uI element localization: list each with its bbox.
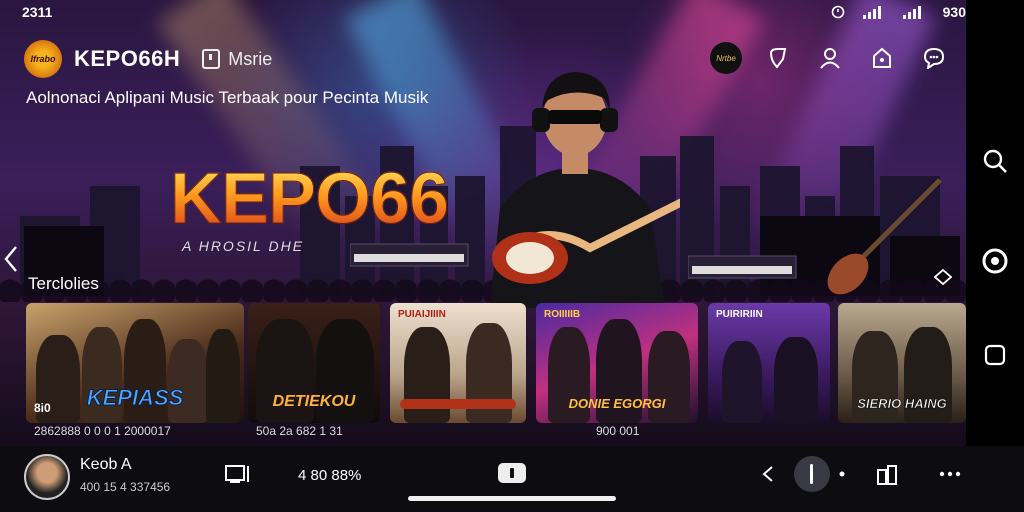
section-label: Msrie: [228, 48, 273, 69]
album-top-label: PUIRIRIIN: [716, 309, 763, 320]
home-indicator[interactable]: [408, 496, 616, 501]
chevron-left-icon[interactable]: [2, 244, 20, 274]
hero-brand-text: KEPO66: [169, 159, 449, 240]
more-options-icon[interactable]: [938, 470, 962, 478]
cast-icon[interactable]: [224, 463, 252, 485]
album-card[interactable]: KEPIASS 8i0: [26, 303, 244, 423]
now-playing-title: Keob A: [80, 456, 132, 473]
queue-icon[interactable]: [876, 464, 900, 486]
top-toolbar: Nrtbe: [710, 42, 950, 74]
album-carousel: KEPIASS 8i0 DETIEKOU PUIAIJIIIN ROIIIIIB…: [26, 303, 966, 423]
now-playing-subtitle: 400 15 4 337456: [80, 480, 171, 494]
logo-text: Ifrabo: [30, 54, 56, 64]
bag-icon[interactable]: [866, 42, 898, 74]
app-header: Ifrabo KEPO66H Msrie: [24, 40, 272, 78]
app-logo[interactable]: Ifrabo: [24, 40, 62, 78]
album-title: DONIE EGORGI: [568, 396, 666, 411]
music-section-button[interactable]: Msrie: [202, 49, 272, 70]
album-title: DETIEKOU: [272, 393, 356, 410]
record-icon[interactable]: [980, 246, 1010, 276]
now-playing-artwork[interactable]: [24, 454, 70, 500]
bookmark-icon[interactable]: [762, 42, 794, 74]
album-title: KEPIASS: [86, 385, 184, 411]
album-meta: 2862888 0 0 0 1 2000017: [34, 424, 171, 438]
alarm-icon: [831, 5, 844, 19]
app-title: KEPO66H: [74, 46, 181, 71]
album-card[interactable]: SIERIO HAING: [838, 303, 966, 423]
status-time: 2311: [22, 4, 53, 20]
keyboard-graphic: [350, 243, 469, 267]
row-title: Terclolies: [28, 274, 99, 293]
guitarist-figure: [490, 72, 680, 308]
album-badge-text: Nrtbe: [710, 42, 742, 74]
album-card[interactable]: PUIAIJIIIN: [390, 303, 526, 423]
album-card[interactable]: ROIIIIIB DONIE EGORGI: [536, 303, 698, 423]
hero-brand-subtitle: A HROSIL DHE: [182, 238, 305, 254]
album-card[interactable]: DETIEKOU: [248, 303, 380, 423]
battery-text: 930: [942, 4, 966, 20]
stop-icon[interactable]: [980, 340, 1010, 370]
album-top-label: ROIIIIIB: [544, 309, 581, 320]
user-icon[interactable]: [814, 42, 846, 74]
signal-icon: [862, 6, 881, 19]
play-pause-button[interactable]: [498, 463, 526, 483]
chat-icon[interactable]: [918, 42, 950, 74]
search-icon[interactable]: [980, 146, 1010, 176]
album-meta: 50a 2a 682 1 31: [256, 424, 343, 438]
album-meta: 900 001: [596, 424, 640, 438]
album-top-label: PUIAIJIIIN: [398, 309, 446, 320]
next-dot-icon[interactable]: [838, 470, 846, 478]
side-rail: [966, 0, 1024, 446]
synth-graphic: [688, 255, 797, 279]
signal-2-icon: [902, 6, 921, 19]
tagline: Aolnonaci Aplipani Music Terbaak pour Pe…: [26, 88, 429, 107]
guitar-graphic: [827, 178, 942, 295]
volume-readout[interactable]: 4 80 88%: [298, 467, 361, 484]
album-card[interactable]: PUIRIRIIN: [708, 303, 830, 423]
seek-knob[interactable]: [794, 456, 830, 492]
previous-icon[interactable]: [760, 464, 776, 484]
phone-icon: [202, 49, 221, 69]
album-badge: 8i0: [34, 401, 51, 415]
album-title: SIERIO HAING: [857, 396, 947, 412]
album-badge-icon[interactable]: Nrtbe: [710, 42, 742, 74]
diamond-icon[interactable]: [934, 268, 952, 286]
